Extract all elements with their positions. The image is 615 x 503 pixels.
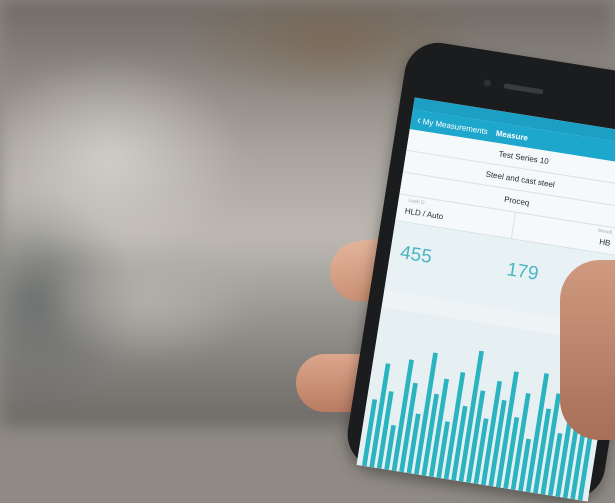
leeb-caption: Leeb D [408,197,425,207]
earpiece-speaker [503,83,544,95]
brinell-caption: Brinell [597,227,613,236]
hand-palm [560,260,615,440]
brinell-scale-value: HB [598,237,612,248]
page-title: Measure [495,128,529,143]
series-name-value: Test Series 10 [497,149,550,167]
brinell-reading: 179 [505,259,540,285]
leeb-reading: 455 [398,242,434,268]
front-camera-icon [483,79,492,88]
leeb-scale-value: HLD / Auto [404,206,444,222]
device-value: Proceq [503,194,531,208]
chevron-left-icon[interactable]: ‹ [416,114,422,126]
